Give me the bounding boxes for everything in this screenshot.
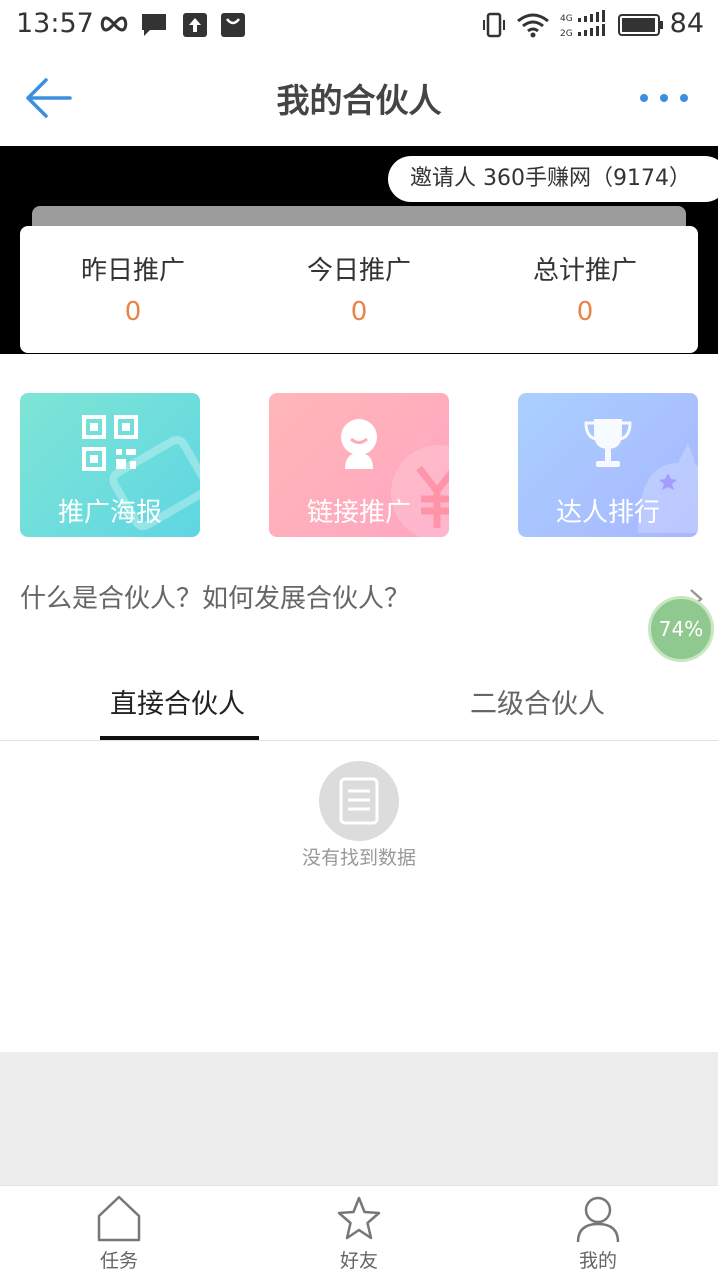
bottom-nav: 任务 好友 我的 [0, 1185, 718, 1278]
bottom-nav-friends[interactable]: 好友 [299, 1186, 419, 1278]
status-time: 13:57 [16, 8, 94, 39]
floating-progress-badge[interactable]: 74% [648, 596, 714, 662]
infinity-icon [100, 16, 128, 32]
qr-code-icon [82, 415, 138, 471]
content-filler [0, 1052, 718, 1185]
tab-direct-partners[interactable]: 直接合伙人 [110, 682, 245, 721]
person-icon [576, 1196, 620, 1243]
star-icon [337, 1196, 381, 1240]
stat-today: 今日推广 0 [246, 226, 472, 353]
message-icon [142, 14, 166, 36]
tab-secondary-partners[interactable]: 二级合伙人 [470, 682, 605, 721]
tile-label: 链接推广 [306, 498, 411, 528]
svg-text:4G: 4G [560, 14, 573, 24]
upload-icon [183, 13, 207, 37]
partner-faq-link[interactable]: 什么是合伙人？如何发展合伙人？ [20, 578, 410, 615]
bottom-nav-me[interactable]: 我的 [538, 1186, 658, 1278]
svg-text:2G: 2G [560, 29, 573, 39]
trophy-icon [584, 419, 632, 467]
tile-label: 达人排行 [555, 498, 660, 528]
tile-label: 推广海报 [57, 498, 162, 528]
status-bar: 13:57 4G 2G 84 [0, 0, 718, 50]
page-title: 我的合伙人 [276, 81, 442, 120]
stat-label: 昨日推广 [80, 256, 185, 286]
stat-yesterday: 昨日推广 0 [20, 226, 246, 353]
stat-value: 0 [124, 297, 142, 327]
bottom-nav-label: 好友 [339, 1250, 378, 1272]
shopping-bag-icon [221, 13, 245, 37]
empty-state-illustration [319, 761, 399, 841]
more-options-icon[interactable] [638, 90, 690, 106]
promo-poster-tile[interactable]: 推广海报 [20, 393, 200, 537]
battery-icon [618, 14, 663, 36]
empty-state-text: 没有找到数据 [301, 847, 416, 869]
vibrate-icon [483, 12, 505, 38]
home-icon [97, 1195, 141, 1242]
stat-value: 0 [350, 297, 368, 327]
stat-label: 今日推广 [306, 256, 411, 286]
signal-icon: 4G 2G [560, 10, 605, 39]
bottom-nav-tasks[interactable]: 任务 [59, 1186, 179, 1278]
smiley-person-icon [341, 419, 377, 469]
bottom-nav-label: 任务 [99, 1250, 138, 1272]
nav-bar: 我的合伙人 [0, 50, 718, 146]
leaderboard-tile[interactable]: 达人排行 [518, 393, 698, 537]
bottom-nav-label: 我的 [578, 1250, 617, 1272]
link-promo-tile[interactable]: 链接推广 [269, 393, 449, 537]
stat-label: 总计推广 [532, 256, 637, 286]
battery-level: 84 [669, 8, 704, 39]
document-icon [339, 777, 379, 825]
inviter-label: 邀请人 360手赚网（9174） [388, 156, 718, 202]
active-tab-indicator [100, 736, 259, 740]
stat-value: 0 [576, 297, 594, 327]
stats-card: 昨日推广 0 今日推广 0 总计推广 0 [20, 226, 698, 353]
stat-total: 总计推广 0 [472, 226, 698, 353]
partner-tabs: 直接合伙人 二级合伙人 [0, 662, 718, 741]
wifi-icon [517, 13, 549, 38]
